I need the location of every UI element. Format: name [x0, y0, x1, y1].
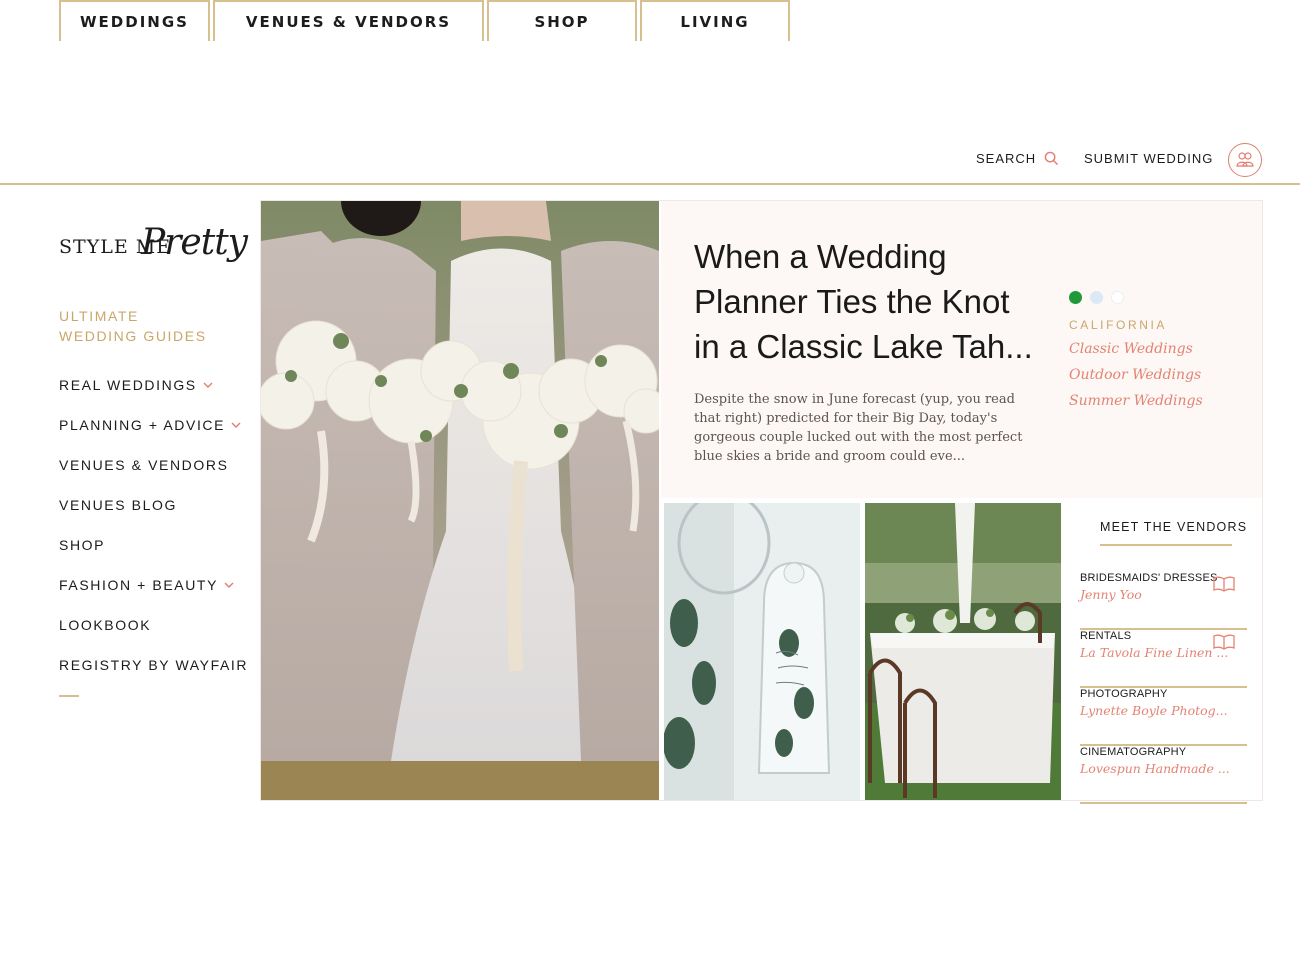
- feature-photo-bridal-party[interactable]: [261, 201, 659, 800]
- vendors-title-underline: [1100, 544, 1232, 546]
- site-logo[interactable]: STYLE ME Pretty: [59, 222, 249, 282]
- users-icon: [1236, 152, 1254, 167]
- open-book-icon[interactable]: [1213, 576, 1235, 592]
- vendor-category: CINEMATOGRAPHY: [1080, 746, 1187, 758]
- vendor-name[interactable]: Jenny Yoo: [1080, 587, 1142, 602]
- sidebar-item-lookbook[interactable]: LOOKBOOK: [59, 605, 259, 645]
- sidebar-item-registry[interactable]: REGISTRY BY WAYFAIR: [59, 645, 259, 685]
- vendor-name[interactable]: La Tavola Fine Linen ...: [1080, 645, 1228, 660]
- tab-weddings[interactable]: WEDDINGS: [59, 0, 210, 41]
- tag-summer-weddings[interactable]: Summer Weddings: [1069, 392, 1203, 418]
- chevron-down-icon: [224, 582, 234, 588]
- vendor-category: BRIDESMAIDS' DRESSES: [1080, 572, 1218, 584]
- vendor-item-cinematography[interactable]: CINEMATOGRAPHY Lovespun Handmade ...: [1080, 746, 1247, 804]
- submit-wedding-label: SUBMIT WEDDING: [1084, 151, 1214, 166]
- sidebar-item-label: REGISTRY BY WAYFAIR: [59, 657, 249, 673]
- vendor-name[interactable]: Lynette Boyle Photog...: [1080, 703, 1228, 718]
- sidebar-item-label: ULTIMATE WEDDING GUIDES: [59, 308, 207, 344]
- bridal-party-image: [261, 201, 659, 800]
- sidebar-item-label: PLANNING + ADVICE: [59, 417, 226, 433]
- chevron-down-icon: [203, 382, 213, 388]
- search-link[interactable]: SEARCH: [976, 151, 1059, 166]
- vendor-category: PHOTOGRAPHY: [1080, 688, 1168, 700]
- submit-wedding-link[interactable]: SUBMIT WEDDING: [1084, 151, 1213, 166]
- sidebar-item-real-weddings[interactable]: REAL WEDDINGS: [59, 365, 259, 405]
- vendor-item-bridesmaids-dresses[interactable]: BRIDESMAIDS' DRESSES Jenny Yoo: [1080, 572, 1247, 630]
- tab-venues-vendors[interactable]: VENUES & VENDORS: [213, 0, 484, 41]
- sidebar-item-label: FASHION + BEAUTY: [59, 577, 219, 593]
- sidebar-item-label: VENUES BLOG: [59, 497, 177, 513]
- feature-region[interactable]: CALIFORNIA: [1069, 318, 1167, 332]
- sidebar-divider: [59, 695, 79, 697]
- sidebar-item-planning-advice[interactable]: PLANNING + ADVICE: [59, 405, 259, 445]
- vendors-title: MEET THE VENDORS: [1100, 520, 1248, 534]
- sidebar-item-label: REAL WEDDINGS: [59, 377, 197, 393]
- sidebar-item-ultimate-wedding-guides[interactable]: ULTIMATE WEDDING GUIDES: [59, 305, 259, 365]
- carousel-dots: [1069, 291, 1124, 304]
- carousel-dot-1[interactable]: [1069, 291, 1082, 304]
- sidebar-item-venues-blog[interactable]: VENUES BLOG: [59, 485, 259, 525]
- vendor-category: RENTALS: [1080, 630, 1132, 642]
- chevron-down-icon: [231, 422, 241, 428]
- sidebar-item-shop[interactable]: SHOP: [59, 525, 259, 565]
- sidebar-item-label: SHOP: [59, 537, 106, 553]
- account-button[interactable]: [1228, 143, 1262, 177]
- sidebar-nav: ULTIMATE WEDDING GUIDES REAL WEDDINGS PL…: [59, 305, 259, 685]
- tag-classic-weddings[interactable]: Classic Weddings: [1069, 340, 1203, 366]
- feature-photo-reception-table[interactable]: [865, 503, 1061, 800]
- logo-word-pretty: Pretty: [141, 222, 248, 263]
- cloche-image: [664, 503, 860, 800]
- sidebar-item-label: VENUES & VENDORS: [59, 457, 229, 473]
- carousel-dot-2[interactable]: [1090, 291, 1103, 304]
- feature-excerpt: Despite the snow in June forecast (yup, …: [694, 392, 1023, 464]
- tab-shop[interactable]: SHOP: [487, 0, 637, 41]
- tag-outdoor-weddings[interactable]: Outdoor Weddings: [1069, 366, 1203, 392]
- sidebar-item-fashion-beauty[interactable]: FASHION + BEAUTY: [59, 565, 259, 605]
- vendor-name[interactable]: Lovespun Handmade ...: [1080, 761, 1230, 776]
- reception-image: [865, 503, 1061, 800]
- search-label: SEARCH: [976, 151, 1037, 166]
- vendor-item-rentals[interactable]: RENTALS La Tavola Fine Linen ...: [1080, 630, 1247, 688]
- feature-headline[interactable]: When a Wedding Planner Ties the Knot in …: [694, 234, 1034, 369]
- tab-living[interactable]: LIVING: [640, 0, 790, 41]
- search-icon: [1044, 151, 1059, 166]
- sidebar-item-label: LOOKBOOK: [59, 617, 152, 633]
- feature-tags: Classic Weddings Outdoor Weddings Summer…: [1069, 340, 1203, 418]
- sidebar-item-venues-vendors[interactable]: VENUES & VENDORS: [59, 445, 259, 485]
- vendor-item-photography[interactable]: PHOTOGRAPHY Lynette Boyle Photog...: [1080, 688, 1247, 746]
- feature-photo-escort-cloche[interactable]: [664, 503, 860, 800]
- carousel-dot-3[interactable]: [1111, 291, 1124, 304]
- open-book-icon[interactable]: [1213, 634, 1235, 650]
